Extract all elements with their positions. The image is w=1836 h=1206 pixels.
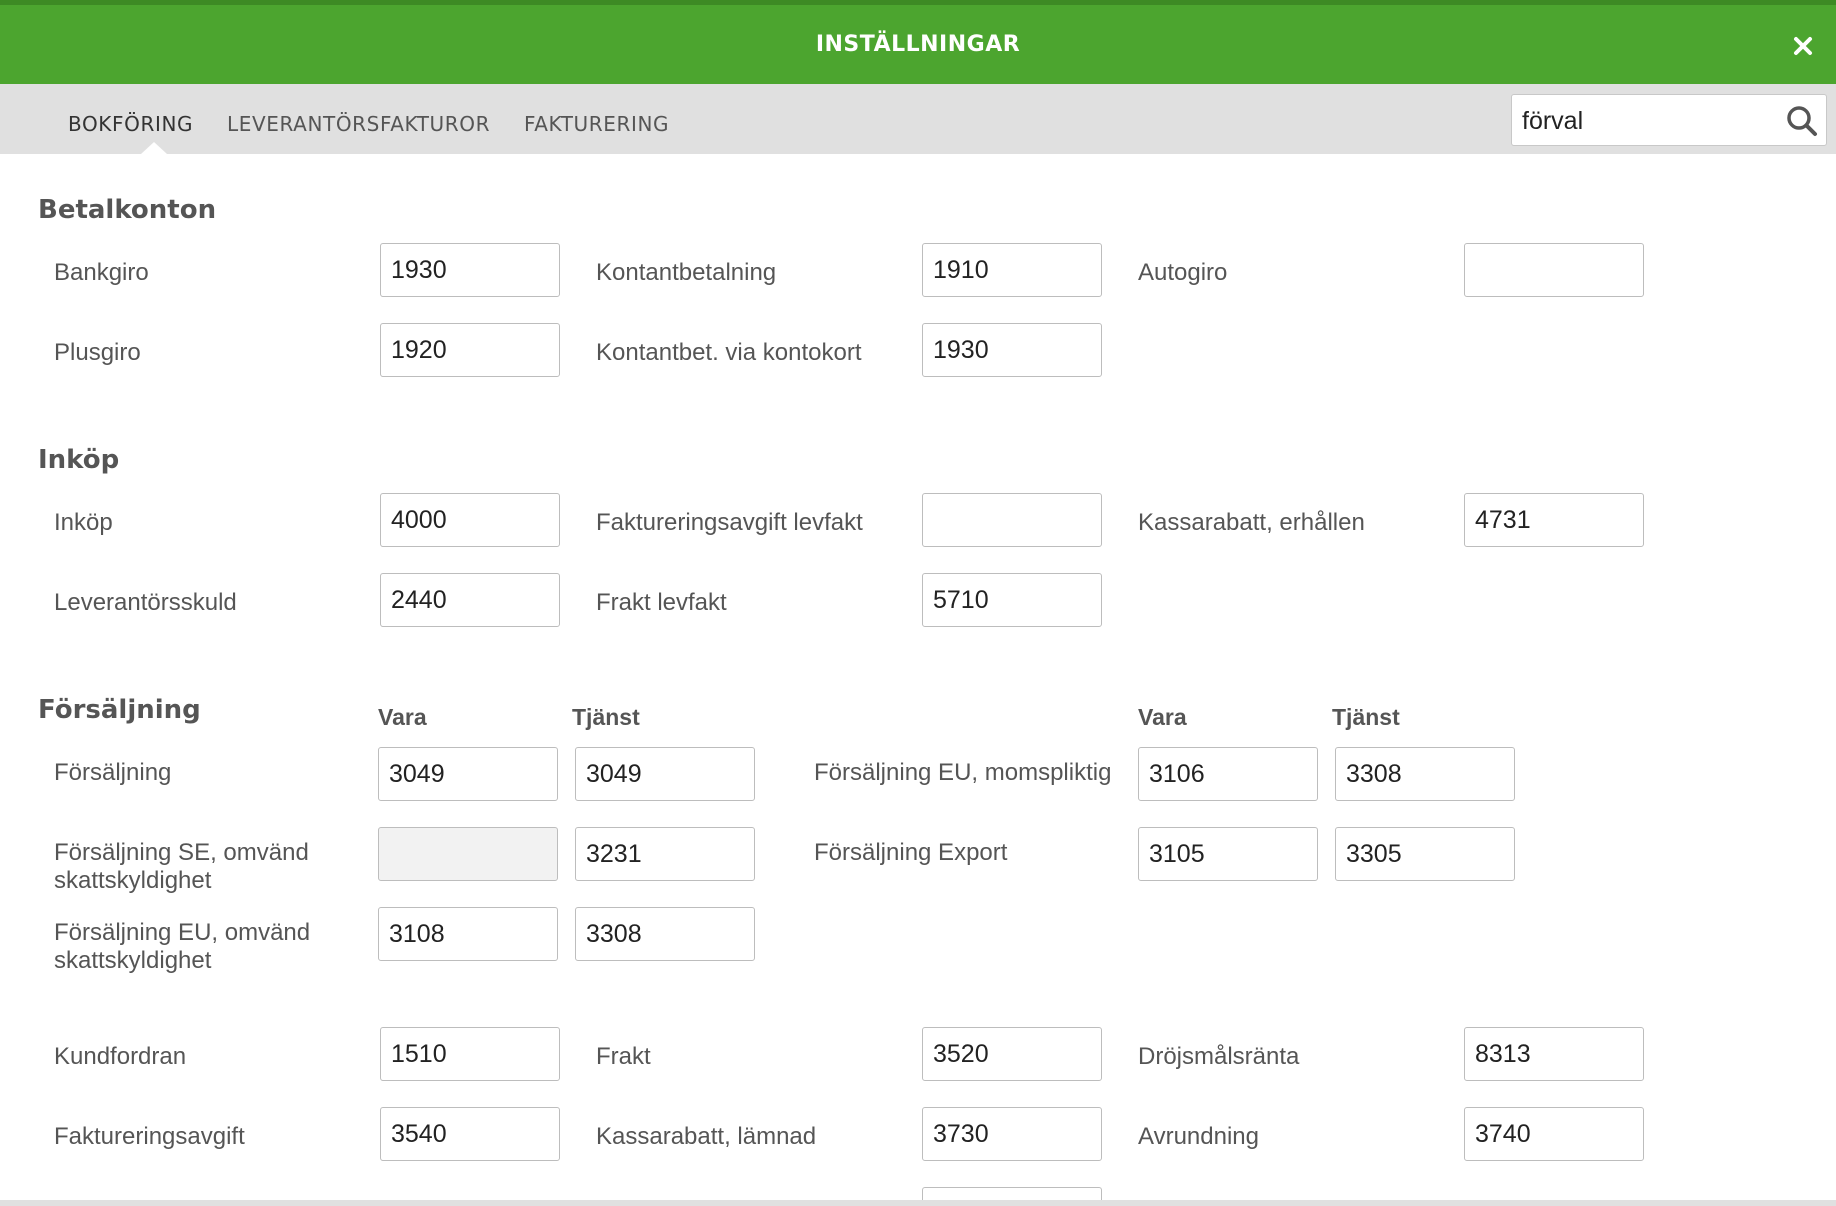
label-eu-omvand-line1: Försäljning EU, omvänd — [54, 919, 311, 946]
forsaljning-tjanst-field[interactable] — [575, 747, 755, 801]
section-title-forsaljning: Försäljning — [38, 695, 201, 725]
modal-header: INSTÄLLNINGAR — [0, 0, 1836, 84]
label-se-omvand-line1: Försäljning SE, omvänd — [54, 839, 309, 866]
label-faktureringsavgift-levfakt: Faktureringsavgift levfakt — [596, 509, 863, 536]
label-frakt-levfakt: Frakt levfakt — [596, 589, 727, 616]
se-omvand-vara-field — [378, 827, 558, 881]
faktureringsavgift-field[interactable] — [380, 1107, 560, 1161]
kundfordran-field[interactable] — [380, 1027, 560, 1081]
active-tab-indicator — [141, 142, 167, 154]
plusgiro-field[interactable] — [380, 323, 560, 377]
label-faktureringsavgift: Faktureringsavgift — [54, 1123, 245, 1150]
label-kundfordran: Kundfordran — [54, 1043, 187, 1070]
drojsmalsranta-field[interactable] — [1464, 1027, 1644, 1081]
col-head-vara: Vara — [378, 704, 427, 730]
search-box — [1511, 94, 1827, 146]
autogiro-field[interactable] — [1464, 243, 1644, 297]
export-vara-field[interactable] — [1138, 827, 1318, 881]
label-kassarabatt-erhallen: Kassarabatt, erhållen — [1138, 509, 1365, 536]
eu-omvand-tjanst-field[interactable] — [575, 907, 755, 961]
kassarabatt-lamnad-field[interactable] — [922, 1107, 1102, 1161]
faktureringsavgift-levfakt-field[interactable] — [922, 493, 1102, 547]
export-tjanst-field[interactable] — [1335, 827, 1515, 881]
kontantbet-kontokort-field[interactable] — [922, 323, 1102, 377]
inkop-field[interactable] — [380, 493, 560, 547]
col-head-tjanst: Tjänst — [572, 704, 640, 730]
label-frakt: Frakt — [596, 1043, 651, 1070]
section-title-betalkonton: Betalkonton — [38, 195, 217, 225]
label-forsaljning-export: Försäljning Export — [814, 839, 1008, 866]
label-forsaljning-eu-momspliktig: Försäljning EU, momspliktig — [814, 759, 1112, 786]
tab-fakturering[interactable]: FAKTURERING — [524, 112, 669, 136]
label-kontantbet-kontokort: Kontantbet. via kontokort — [596, 339, 862, 366]
bottom-divider — [0, 1200, 1836, 1206]
label-eu-omvand-line2: skattskyldighet — [54, 947, 212, 974]
tab-bokforing[interactable]: BOKFÖRING — [68, 112, 193, 136]
eu-momspliktig-tjanst-field[interactable] — [1335, 747, 1515, 801]
label-autogiro: Autogiro — [1138, 259, 1228, 286]
leverantorsskuld-field[interactable] — [380, 573, 560, 627]
eu-omvand-vara-field[interactable] — [378, 907, 558, 961]
close-icon[interactable] — [1792, 35, 1814, 57]
label-se-omvand-line2: skattskyldighet — [54, 867, 212, 894]
label-kassarabatt-lamnad: Kassarabatt, lämnad — [596, 1123, 817, 1150]
frakt-levfakt-field[interactable] — [922, 573, 1102, 627]
col-head-vara-2: Vara — [1138, 704, 1187, 730]
partial-field[interactable] — [922, 1187, 1102, 1200]
kontantbetalning-field[interactable] — [922, 243, 1102, 297]
label-forsaljning: Försäljning — [54, 759, 172, 786]
bankgiro-field[interactable] — [380, 243, 560, 297]
search-input[interactable] — [1520, 101, 1774, 141]
label-kontantbetalning: Kontantbetalning — [596, 259, 777, 286]
label-plusgiro: Plusgiro — [54, 339, 141, 366]
col-head-tjanst-2: Tjänst — [1332, 704, 1400, 730]
section-title-inkop: Inköp — [38, 445, 120, 475]
search-icon[interactable] — [1786, 105, 1818, 137]
modal-title: INSTÄLLNINGAR — [815, 32, 1021, 57]
eu-momspliktig-vara-field[interactable] — [1138, 747, 1318, 801]
se-omvand-tjanst-field[interactable] — [575, 827, 755, 881]
label-drojsmalsranta: Dröjsmålsränta — [1138, 1043, 1300, 1070]
label-avrundning: Avrundning — [1138, 1123, 1259, 1150]
avrundning-field[interactable] — [1464, 1107, 1644, 1161]
forsaljning-vara-field[interactable] — [378, 747, 558, 801]
label-inkop: Inköp — [54, 509, 113, 536]
tab-leverantorsfakturor[interactable]: LEVERANTÖRSFAKTUROR — [227, 112, 490, 136]
label-leverantorsskuld: Leverantörsskuld — [54, 589, 237, 616]
kassarabatt-erhallen-field[interactable] — [1464, 493, 1644, 547]
frakt-field[interactable] — [922, 1027, 1102, 1081]
label-bankgiro: Bankgiro — [54, 259, 149, 286]
